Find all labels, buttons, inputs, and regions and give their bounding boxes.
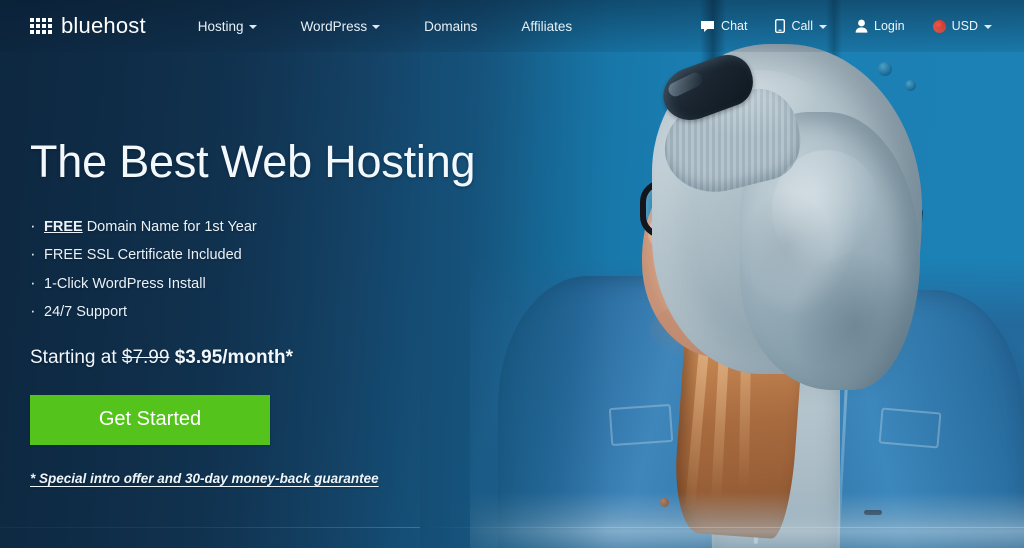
- brand-name: bluehost: [61, 13, 146, 38]
- pricing-prefix: Starting at: [30, 346, 122, 368]
- site-header: bluehost Hosting WordPress Domains Affil…: [0, 0, 1024, 52]
- nav-item-affiliates[interactable]: Affiliates: [499, 13, 594, 40]
- nav-item-label: Hosting: [197, 18, 244, 34]
- utility-item-label: USD: [951, 19, 978, 33]
- utility-item-login[interactable]: Login: [841, 13, 919, 39]
- nav-item-hosting[interactable]: Hosting: [176, 13, 279, 40]
- chevron-down-icon: [372, 25, 381, 29]
- feature-list-item: FREE Domain Name for 1st Year: [30, 213, 500, 242]
- feature-text: 24/7 Support: [44, 304, 128, 321]
- utility-item-chat[interactable]: Chat: [686, 13, 761, 39]
- user-icon: [855, 19, 868, 33]
- get-started-button[interactable]: Get Started: [30, 394, 270, 445]
- chevron-down-icon: [819, 25, 827, 29]
- utility-item-label: Login: [874, 19, 905, 33]
- pricing-new-price: $3.95/month*: [174, 346, 293, 368]
- page-title: The Best Web Hosting: [30, 136, 476, 187]
- grid-dots-icon: [30, 18, 52, 34]
- hero-banner: bluehost Hosting WordPress Domains Affil…: [0, 0, 1024, 548]
- chevron-down-icon: [248, 25, 257, 29]
- nav-item-domains[interactable]: Domains: [402, 13, 499, 40]
- feature-list-item: 1-Click WordPress Install: [30, 270, 500, 299]
- pricing-old-price: $7.99: [121, 346, 170, 368]
- nav-item-wordpress[interactable]: WordPress: [279, 13, 403, 40]
- chevron-down-icon: [984, 25, 992, 29]
- feature-text: 1-Click WordPress Install: [44, 275, 206, 292]
- nav-item-label: Affiliates: [521, 18, 573, 34]
- utility-item-call[interactable]: Call: [761, 13, 841, 39]
- feature-text: FREE SSL Certificate Included: [44, 247, 242, 264]
- feature-list: FREE Domain Name for 1st Year FREE SSL C…: [30, 213, 500, 327]
- utility-item-label: Chat: [721, 19, 748, 33]
- utility-item-label: Call: [791, 19, 813, 33]
- feature-emphasis: FREE: [44, 218, 83, 235]
- brand-logo[interactable]: bluehost: [30, 13, 146, 39]
- offer-disclaimer-link[interactable]: * Special intro offer and 30-day money-b…: [30, 471, 379, 486]
- feature-list-item: 24/7 Support: [30, 298, 500, 327]
- utility-item-currency[interactable]: USD: [919, 13, 1006, 39]
- chat-bubble-icon: [700, 20, 715, 33]
- utility-navigation: Chat Call Login USD: [686, 13, 1006, 39]
- feature-list-item: FREE SSL Certificate Included: [30, 241, 500, 270]
- pricing-line: Starting at $7.99 $3.95/month*: [30, 347, 500, 369]
- feature-text: Domain Name for 1st Year: [82, 218, 257, 235]
- flag-circle-icon: [932, 19, 946, 33]
- hero-content: The Best Web Hosting FREE Domain Name fo…: [30, 136, 500, 488]
- phone-icon: [775, 19, 786, 33]
- nav-item-label: Domains: [424, 18, 478, 34]
- nav-item-label: WordPress: [300, 18, 368, 34]
- primary-navigation: Hosting WordPress Domains Affiliates: [176, 13, 594, 40]
